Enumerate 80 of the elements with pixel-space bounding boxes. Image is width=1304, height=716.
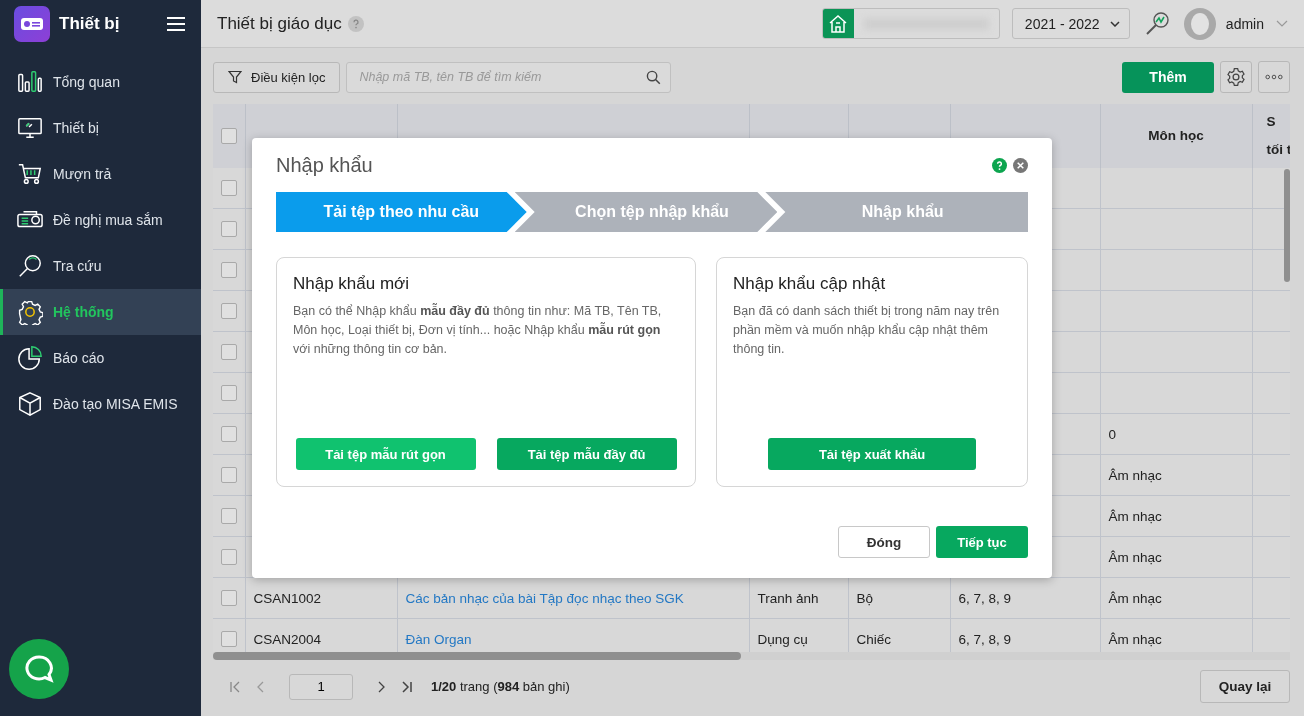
horizontal-scrollbar[interactable] xyxy=(213,652,741,660)
filter-button[interactable]: Điều kiện lọc xyxy=(213,61,341,93)
dialog-title: Nhập khẩu xyxy=(276,153,374,177)
table-cell: CSAN2004 xyxy=(253,631,322,647)
add-button[interactable]: Thêm xyxy=(1122,61,1214,93)
bar-chart-icon xyxy=(17,69,43,95)
school-year-select[interactable]: 2021 - 2022 xyxy=(1011,8,1130,39)
sidebar-item[interactable]: Tra cứu xyxy=(0,243,201,289)
card-title: Nhập khẩu mới xyxy=(293,274,411,294)
sidebar-item[interactable]: Báo cáo xyxy=(0,335,201,381)
chevron-down-icon[interactable] xyxy=(1276,20,1288,27)
chevron-down-icon xyxy=(1109,20,1120,27)
sidebar-item[interactable]: Đào tạo MISA EMIS xyxy=(0,381,201,427)
row-checkbox[interactable] xyxy=(220,385,237,402)
sidebar-item[interactable]: Hệ thống xyxy=(0,289,201,335)
settings-icon xyxy=(1226,67,1246,87)
row-checkbox[interactable] xyxy=(220,221,237,238)
table-cell: 6, 7, 8, 9 xyxy=(958,590,1012,606)
row-checkbox[interactable] xyxy=(220,467,237,484)
search-icon[interactable] xyxy=(646,69,662,85)
first-page-icon[interactable] xyxy=(229,680,241,693)
page-summary: 1/20 trang (984 bản ghi) xyxy=(431,679,570,694)
card-description: Bạn có thể Nhập khẩu mẫu đầy đủ thông tin như: Mã TB, Tên TB, Môn học, Loại thiết bị, Đơn vị tính... hoặc Nhập khẩu mẫu rút gọn với những thông tin cơ bản. xyxy=(293,302,663,358)
table-cell: Âm nhạc xyxy=(1108,467,1162,483)
table-cell: Tranh ảnh xyxy=(757,590,819,606)
row-checkbox[interactable] xyxy=(220,180,237,197)
table-cell: 6, 7, 8, 9 xyxy=(958,631,1012,647)
house-icon xyxy=(828,13,849,34)
row-checkbox[interactable] xyxy=(220,262,237,279)
page-input[interactable]: 1 xyxy=(289,673,353,700)
table-cell: Âm nhạc xyxy=(1108,631,1162,647)
row-checkbox[interactable] xyxy=(220,303,237,320)
column-header: Môn học xyxy=(1148,128,1204,143)
table-cell: Dụng cụ xyxy=(757,631,808,647)
sidebar-item[interactable]: Thiết bị xyxy=(0,105,201,151)
page-title: Thiết bị giáo dục xyxy=(217,13,342,34)
cube-icon xyxy=(17,391,43,417)
cart-icon xyxy=(17,161,43,187)
table-cell: Âm nhạc xyxy=(1108,549,1162,565)
sidebar-item[interactable]: Đề nghị mua sắm xyxy=(0,197,201,243)
card-title: Nhập khẩu cập nhật xyxy=(733,274,887,294)
table-cell: Âm nhạc xyxy=(1108,590,1162,606)
pie-chart-icon xyxy=(17,345,43,371)
chat-icon xyxy=(24,654,54,684)
row-checkbox[interactable] xyxy=(220,508,237,525)
filter-icon xyxy=(228,70,242,84)
select-all-checkbox[interactable] xyxy=(220,128,237,145)
more-icon xyxy=(1265,74,1283,80)
help-icon[interactable] xyxy=(347,15,364,32)
table-cell: Chiếc xyxy=(856,631,891,647)
row-checkbox[interactable] xyxy=(220,344,237,361)
row-checkbox[interactable] xyxy=(220,549,237,566)
row-checkbox[interactable] xyxy=(220,590,237,607)
search-icon xyxy=(17,253,43,279)
row-checkbox[interactable] xyxy=(220,631,237,648)
settings-button[interactable] xyxy=(1220,61,1252,93)
last-page-icon[interactable] xyxy=(401,680,413,693)
vertical-scrollbar[interactable] xyxy=(1284,169,1290,282)
school-selector[interactable] xyxy=(821,8,1000,39)
user-menu[interactable]: admin xyxy=(1225,15,1264,32)
app-title: Thiết bị xyxy=(59,14,121,34)
search-field[interactable]: Nhập mã TB, tên TB để tìm kiếm xyxy=(346,61,672,93)
sidebar-item[interactable]: Mượn trả xyxy=(0,151,201,197)
monitor-icon xyxy=(17,115,43,141)
back-button[interactable]: Quay lại xyxy=(1200,670,1290,703)
row-checkbox[interactable] xyxy=(220,426,237,443)
close-icon[interactable] xyxy=(1013,157,1028,173)
help-icon[interactable] xyxy=(992,157,1007,173)
table-cell: Bộ xyxy=(856,590,873,606)
sidebar-item[interactable]: Tổng quan xyxy=(0,59,201,105)
table-cell: Âm nhạc xyxy=(1108,508,1162,524)
more-button[interactable] xyxy=(1258,61,1290,93)
logo-icon xyxy=(14,6,50,42)
table-cell: 0 xyxy=(1108,426,1116,442)
avatar-icon[interactable] xyxy=(1183,7,1216,40)
close-button[interactable]: Đóng xyxy=(838,526,930,558)
table-cell: CSAN1002 xyxy=(253,590,322,606)
menu-icon[interactable] xyxy=(167,17,185,31)
card-description: Bạn đã có danh sách thiết bị trong năm nay trên phần mềm và muốn nhập khẩu cập nhật thêm thông tin. xyxy=(733,303,1001,358)
settings-icon xyxy=(17,299,43,325)
